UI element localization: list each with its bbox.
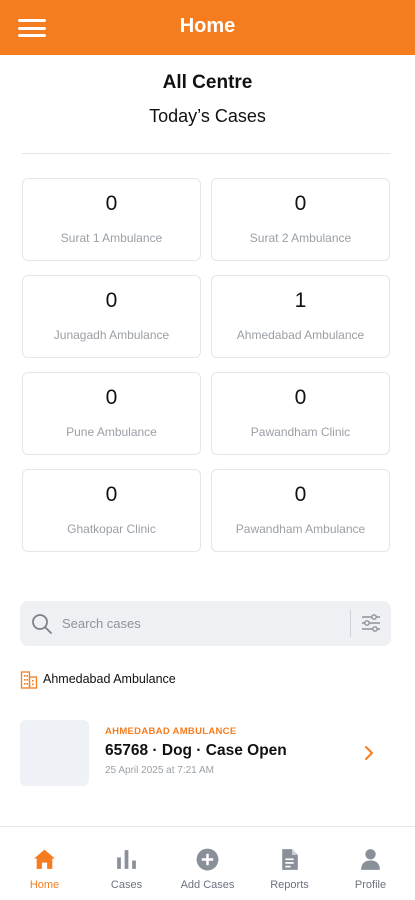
top-app-bar: Home [0,0,415,55]
search-icon [32,614,52,634]
centre-card-surat-1-ambulance[interactable]: 0 Surat 1 Ambulance [22,178,201,261]
nav-item-add-cases[interactable]: Add Cases [166,827,249,900]
centre-card-pune-ambulance[interactable]: 0 Pune Ambulance [22,372,201,455]
centre-name: Ahmedabad Ambulance [236,328,365,342]
centre-card-ghatkopar-clinic[interactable]: 0 Ghatkopar Clinic [22,469,201,552]
profile-icon [361,849,380,870]
centre-name: Surat 1 Ambulance [60,231,163,245]
centre-case-count: 0 [105,386,118,409]
centre-card-pawandham-clinic[interactable]: 0 Pawandham Clinic [211,372,390,455]
divider [22,153,391,154]
filter-sliders-icon[interactable] [360,612,382,634]
centre-case-count: 0 [105,289,118,312]
centre-card-ahmedabad-ambulance[interactable]: 1 Ahmedabad Ambulance [211,275,390,358]
centre-card-pawandham-ambulance[interactable]: 0 Pawandham Ambulance [211,469,390,552]
nav-label: Profile [354,879,387,891]
centre-case-count: 0 [294,483,307,506]
nav-label: Add Cases [180,879,235,891]
centre-title: All Centre [162,72,253,93]
nav-label: Cases [110,879,143,891]
centre-case-count: 0 [294,192,307,215]
centre-card-surat-2-ambulance[interactable]: 0 Surat 2 Ambulance [211,178,390,261]
centre-name: Pune Ambulance [66,425,157,439]
bar-chart-icon [117,850,136,869]
nav-label: Reports [270,879,309,891]
search-divider [350,610,351,637]
nav-item-reports[interactable]: Reports [248,827,331,900]
home-icon [34,849,55,869]
search-input[interactable] [62,601,352,646]
report-icon [282,849,298,870]
case-date: 25 April 2025 at 7:21 AM [105,765,214,776]
centre-case-count: 0 [105,483,118,506]
centre-case-count: 1 [294,289,307,312]
case-title: 65768 · Dog · Case Open [105,742,287,759]
case-list-item[interactable]: AHMEDABAD AMBULANCE 65768 · Dog · Case O… [20,720,395,786]
centre-stats-grid: 0 Surat 1 Ambulance 0 Surat 2 Ambulance … [22,178,391,552]
case-thumbnail [20,720,89,786]
selected-centre-row: Ahmedabad Ambulance [20,669,176,689]
centre-case-count: 0 [105,192,118,215]
nav-label: Home [29,879,60,891]
selected-centre-label: Ahmedabad Ambulance [43,672,176,686]
nav-item-cases[interactable]: Cases [85,827,168,900]
nav-item-profile[interactable]: Profile [329,827,412,900]
page-title: Home [179,15,236,37]
case-info: AHMEDABAD AMBULANCE 65768 · Dog · Case O… [105,726,287,776]
case-centre-label: AHMEDABAD AMBULANCE [105,726,237,737]
centre-card-junagadh-ambulance[interactable]: 0 Junagadh Ambulance [22,275,201,358]
centre-name: Pawandham Clinic [250,425,351,439]
search-bar [20,601,391,646]
centre-name: Junagadh Ambulance [53,328,170,342]
centre-name: Surat 2 Ambulance [249,231,352,245]
cases-subtitle: Today’s Cases [149,106,266,126]
nav-item-home[interactable]: Home [3,827,86,900]
centre-name: Ghatkopar Clinic [67,522,156,536]
add-circle-icon [196,848,219,871]
building-icon [20,671,38,689]
bottom-navigation: Home Cases Add Cases Reports Profile [0,826,415,900]
centre-case-count: 0 [294,386,307,409]
chevron-right-icon[interactable] [363,745,375,761]
centre-name: Pawandham Ambulance [235,522,366,536]
